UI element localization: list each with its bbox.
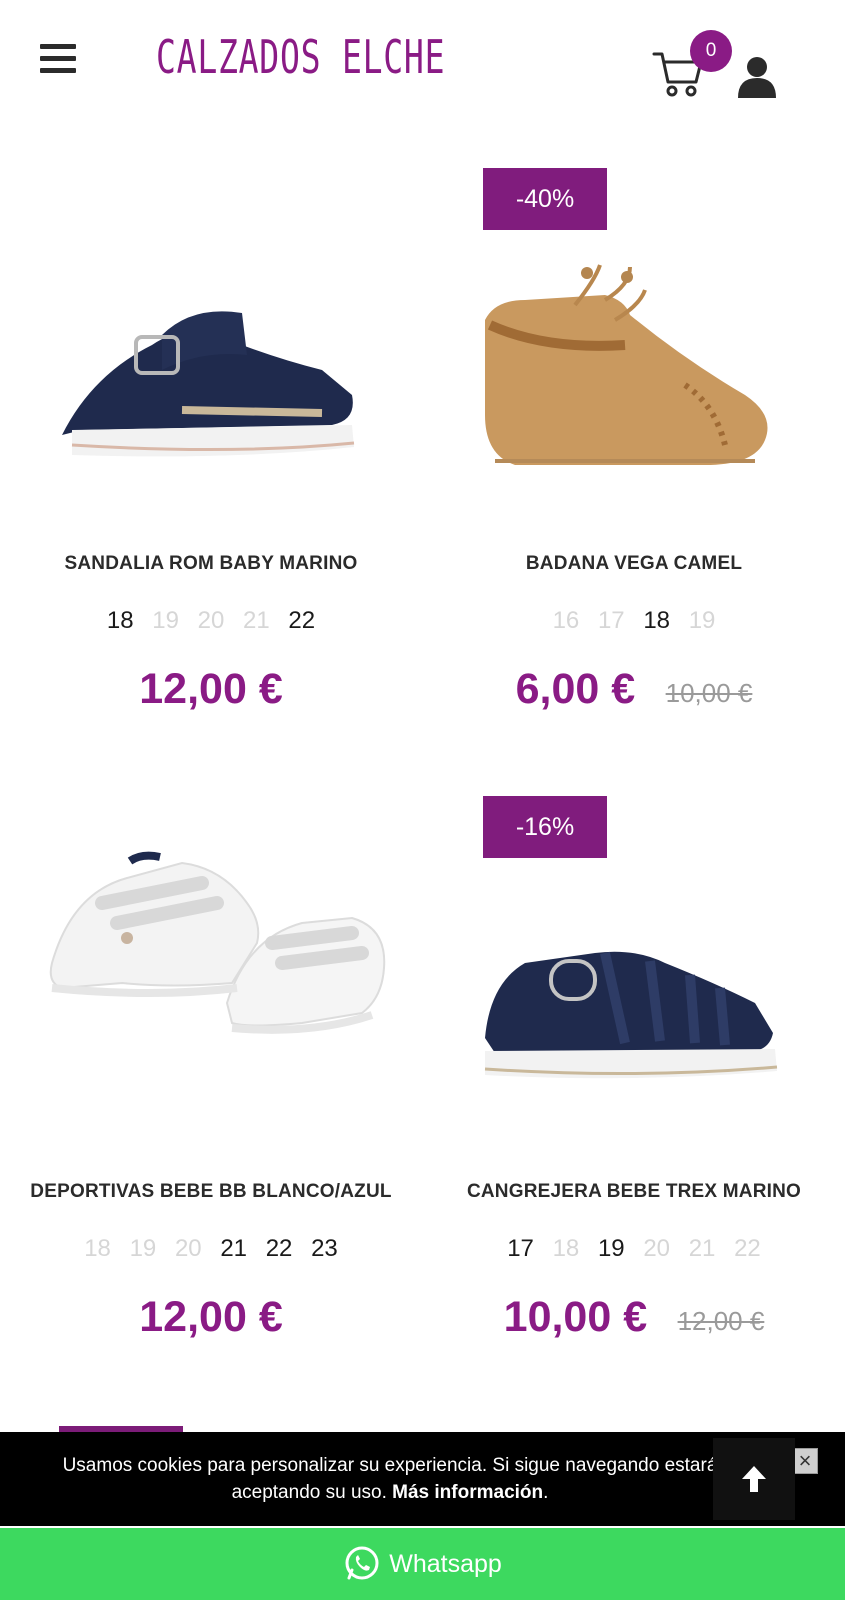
hamburger-menu-icon[interactable] [40,44,76,76]
size-option[interactable]: 17 [507,1235,534,1263]
whatsapp-button[interactable]: Whatsapp [0,1528,845,1600]
price-row: 10,00 € 12,00 € [423,1293,845,1342]
user-account-icon[interactable] [737,56,777,98]
discount-badge: -40% [483,168,607,230]
site-logo[interactable]: CALZADOS ELCHE [156,30,445,90]
size-option[interactable]: 22 [288,607,315,635]
product-old-price: 12,00 € [677,1306,765,1336]
size-option: 20 [643,1235,671,1262]
whatsapp-icon [345,1546,379,1580]
whatsapp-label: Whatsapp [389,1549,502,1578]
product-price: 12,00 € [139,1293,283,1341]
product-price: 10,00 € [503,1293,648,1341]
size-option: 21 [243,607,270,634]
size-option: 21 [688,1235,716,1262]
size-option[interactable]: 22 [266,1235,293,1263]
discount-badge: -16% [483,796,607,858]
product-title[interactable]: BADANA VEGA CAMEL [423,553,845,575]
size-option[interactable]: 23 [311,1235,338,1263]
product-price: 12,00 € [139,665,283,713]
product-image[interactable] [32,155,388,511]
product-image[interactable] [32,783,388,1139]
size-list: 17 18 19 20 21 22 [423,1235,845,1263]
size-option: 19 [129,1235,157,1262]
size-option: 20 [197,607,225,634]
cookie-message: Usamos cookies para personalizar su expe… [62,1455,718,1503]
size-option[interactable]: 18 [643,607,670,635]
price-row: 12,00 € [0,665,422,714]
product-title[interactable]: DEPORTIVAS BEBE BB BLANCO/AZUL [0,1181,422,1203]
price-row: 12,00 € [0,1293,422,1342]
close-icon[interactable]: × [792,1448,818,1474]
back-to-top-button[interactable] [713,1438,795,1520]
size-option: 19 [688,607,716,634]
product-title[interactable]: CANGREJERA BEBE TREX MARINO [423,1181,845,1203]
cookie-text: Usamos cookies para personalizar su expe… [62,1455,718,1503]
cookie-more-info-link[interactable]: Más información [392,1482,543,1503]
size-option[interactable]: 21 [220,1235,247,1263]
size-option: 17 [597,607,625,634]
size-list: 16 17 18 19 [423,607,845,635]
size-option[interactable]: 18 [107,607,134,635]
size-list: 18 19 20 21 22 [0,607,422,635]
size-option: 16 [552,607,580,634]
price-row: 6,00 € 10,00 € [423,665,845,714]
size-list: 18 19 20 21 22 23 [0,1235,422,1263]
site-header: CALZADOS ELCHE 0 [0,0,845,130]
size-option: 20 [174,1235,202,1262]
size-option[interactable]: 19 [598,1235,625,1263]
size-option: 19 [152,607,179,634]
size-option: 18 [84,1235,111,1262]
arrow-up-icon [742,1466,766,1492]
size-option: 22 [734,1235,761,1262]
product-price: 6,00 € [515,665,636,713]
product-title[interactable]: SANDALIA ROM BABY MARINO [0,553,422,575]
product-old-price: 10,00 € [665,678,753,708]
size-option: 18 [552,1235,580,1262]
cart-count-badge: 0 [690,30,732,72]
